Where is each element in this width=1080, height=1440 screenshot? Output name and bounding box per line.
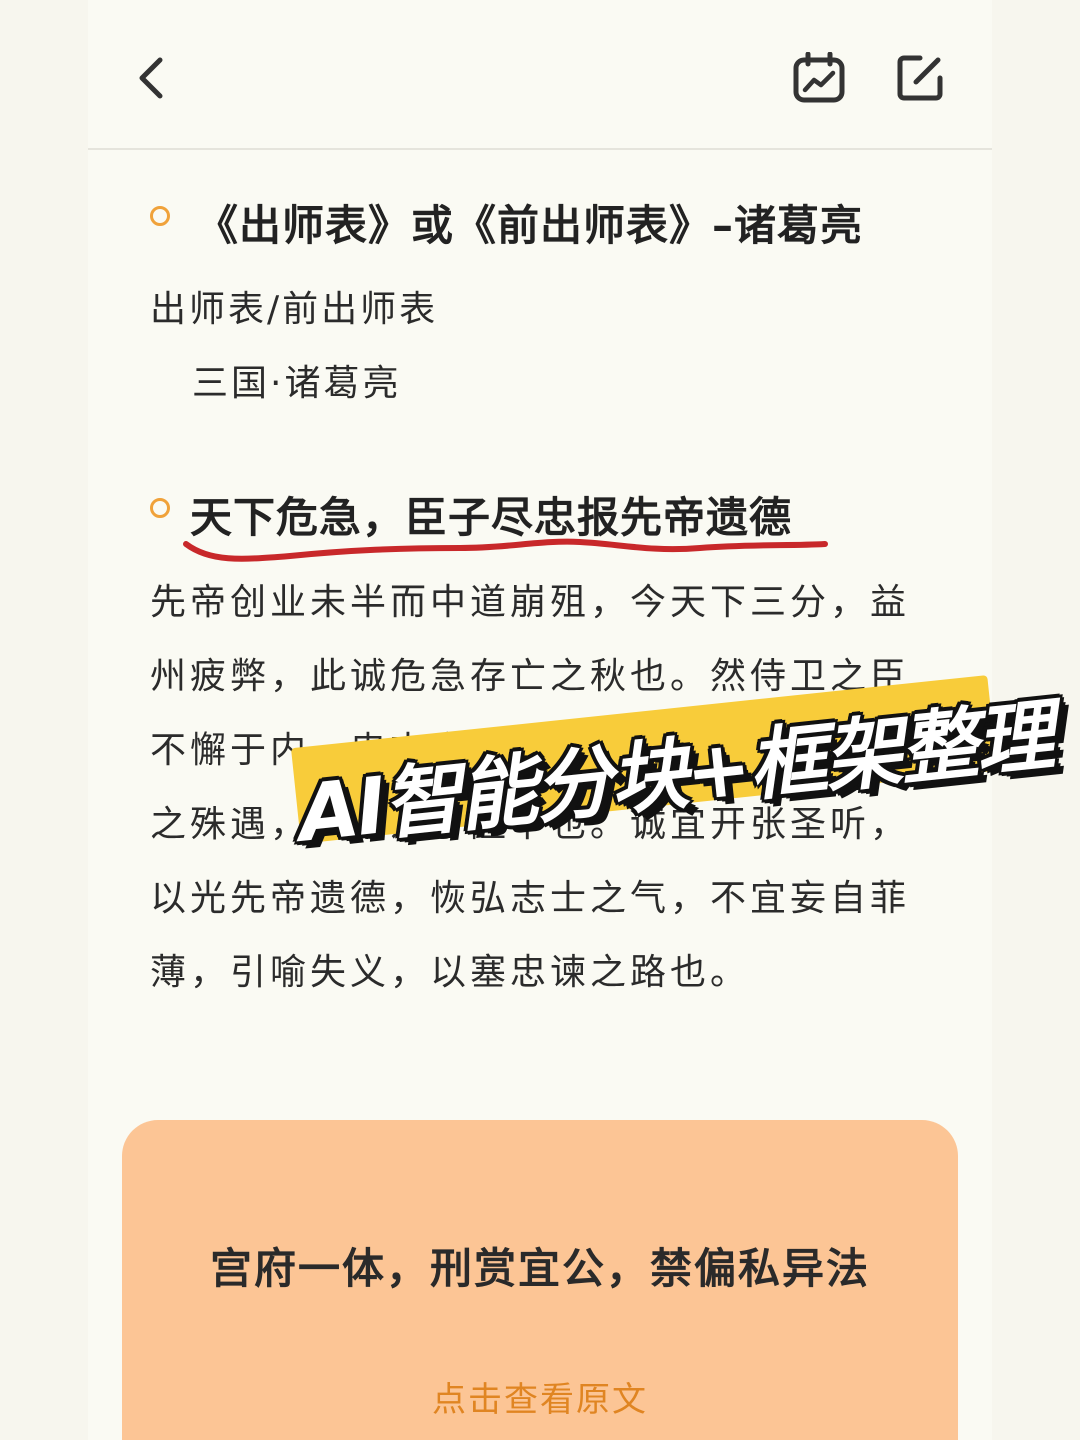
summary-card[interactable]: 宫府一体，刑赏宜公，禁偏私异法 点击查看原文: [122, 1120, 958, 1440]
trend-chart-icon: [793, 52, 845, 103]
section-heading: 《出师表》或《前出师表》–诸葛亮: [196, 201, 864, 250]
poem-author: 三国·诸葛亮: [192, 363, 402, 404]
page: 《出师表》或《前出师表》–诸葛亮 出师表/前出师表 三国·诸葛亮 天下危急，臣子…: [0, 0, 1080, 1440]
edit-icon: [897, 55, 943, 101]
chart-button[interactable]: [792, 52, 848, 104]
poem-title: 出师表/前出师表: [150, 289, 439, 330]
top-bar: [88, 0, 992, 150]
card-title: 宫府一体，刑赏宜公，禁偏私异法: [209, 1244, 870, 1293]
view-original-link[interactable]: 点击查看原文: [122, 1372, 958, 1421]
handwritten-underline: [183, 538, 828, 562]
bullet-icon: [150, 206, 170, 226]
chevron-left-icon: [139, 57, 163, 99]
bullet-icon: [150, 498, 170, 518]
back-button[interactable]: [132, 52, 172, 104]
edit-button[interactable]: [894, 52, 946, 104]
